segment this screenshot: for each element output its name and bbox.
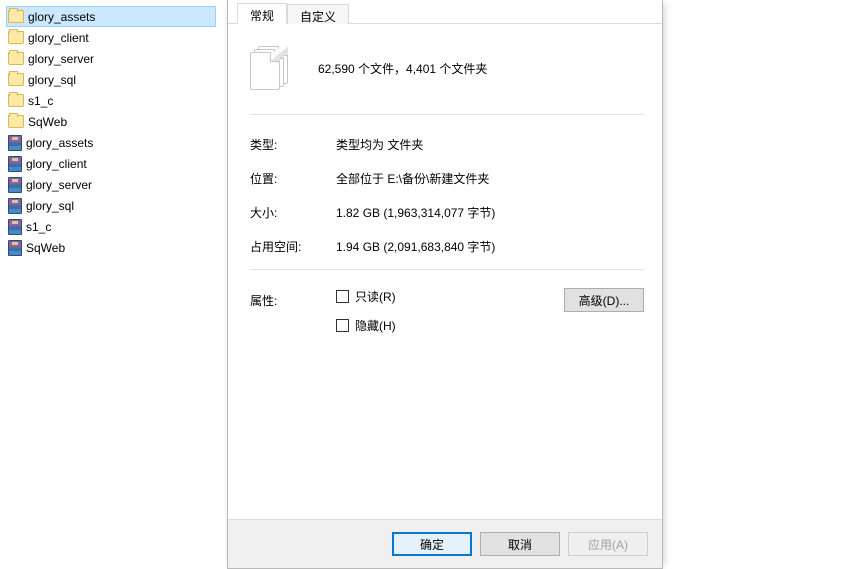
cancel-button[interactable]: 取消 <box>480 532 560 556</box>
checkbox-hidden-label: 隐藏(H) <box>355 317 396 334</box>
file-row[interactable]: glory_server <box>6 48 216 69</box>
archive-icon <box>8 219 22 235</box>
tab-general[interactable]: 常规 <box>237 3 287 24</box>
file-row[interactable]: glory_assets <box>6 6 216 27</box>
divider <box>250 269 644 270</box>
file-name-label: glory_server <box>28 52 94 66</box>
folder-icon <box>8 94 24 107</box>
divider <box>250 114 644 115</box>
value-location: 全部位于 E:\备份\新建文件夹 <box>336 170 644 187</box>
dialog-content: 62,590 个文件，4,401 个文件夹 类型: 类型均为 文件夹 位置: 全… <box>228 24 662 334</box>
file-row[interactable]: glory_sql <box>6 195 216 216</box>
checkbox-readonly-label: 只读(R) <box>355 288 396 305</box>
file-row[interactable]: glory_client <box>6 153 216 174</box>
file-name-label: glory_assets <box>26 136 93 150</box>
value-size-on-disk: 1.94 GB (2,091,683,840 字节) <box>336 238 644 255</box>
file-row[interactable]: glory_server <box>6 174 216 195</box>
folder-icon <box>8 52 24 65</box>
value-type: 类型均为 文件夹 <box>336 136 644 153</box>
file-name-label: glory_client <box>26 157 87 171</box>
file-name-label: s1_c <box>28 94 53 108</box>
file-name-label: glory_server <box>26 178 92 192</box>
file-name-label: glory_client <box>28 31 89 45</box>
advanced-button[interactable]: 高级(D)... <box>564 288 644 312</box>
dialog-button-bar: 确定 取消 应用(A) <box>228 519 662 568</box>
summary-row: 62,590 个文件，4,401 个文件夹 <box>250 36 644 108</box>
label-size: 大小: <box>250 204 336 221</box>
folder-icon <box>8 10 24 23</box>
file-row[interactable]: SqWeb <box>6 237 216 258</box>
ok-button[interactable]: 确定 <box>392 532 472 556</box>
explorer-file-list: glory_assetsglory_clientglory_serverglor… <box>6 6 216 258</box>
file-row[interactable]: SqWeb <box>6 111 216 132</box>
tab-custom[interactable]: 自定义 <box>287 4 349 24</box>
file-name-label: glory_assets <box>28 10 95 24</box>
file-row[interactable]: s1_c <box>6 216 216 237</box>
file-row[interactable]: s1_c <box>6 90 216 111</box>
file-name-label: SqWeb <box>26 241 65 255</box>
folder-icon <box>8 115 24 128</box>
multi-file-icon <box>250 46 290 90</box>
file-row[interactable]: glory_sql <box>6 69 216 90</box>
label-size-on-disk: 占用空间: <box>250 238 336 255</box>
dialog-tabbar: 常规 自定义 <box>228 0 662 24</box>
file-row[interactable]: glory_assets <box>6 132 216 153</box>
apply-button[interactable]: 应用(A) <box>568 532 648 556</box>
properties-table: 类型: 类型均为 文件夹 位置: 全部位于 E:\备份\新建文件夹 大小: 1.… <box>250 127 644 263</box>
folder-icon <box>8 31 24 44</box>
archive-icon <box>8 198 22 214</box>
archive-icon <box>8 135 22 151</box>
file-row[interactable]: glory_client <box>6 27 216 48</box>
checkbox-box-icon <box>336 290 349 303</box>
properties-dialog: 常规 自定义 62,590 个文件，4,401 个文件夹 类型: 类型均为 文件… <box>227 0 663 569</box>
value-size: 1.82 GB (1,963,314,077 字节) <box>336 204 644 221</box>
checkbox-readonly[interactable]: 只读(R) <box>336 288 552 305</box>
file-name-label: glory_sql <box>28 73 76 87</box>
file-name-label: glory_sql <box>26 199 74 213</box>
label-location: 位置: <box>250 170 336 187</box>
label-attributes: 属性: <box>250 288 336 309</box>
attributes-area: 属性: 只读(R) 隐藏(H) 高级(D)... <box>250 282 644 334</box>
archive-icon <box>8 240 22 256</box>
archive-icon <box>8 177 22 193</box>
file-name-label: s1_c <box>26 220 51 234</box>
archive-icon <box>8 156 22 172</box>
label-type: 类型: <box>250 136 336 153</box>
checkbox-hidden[interactable]: 隐藏(H) <box>336 317 552 334</box>
file-name-label: SqWeb <box>28 115 67 129</box>
summary-text: 62,590 个文件，4,401 个文件夹 <box>318 60 487 77</box>
folder-icon <box>8 73 24 86</box>
checkbox-box-icon <box>336 319 349 332</box>
